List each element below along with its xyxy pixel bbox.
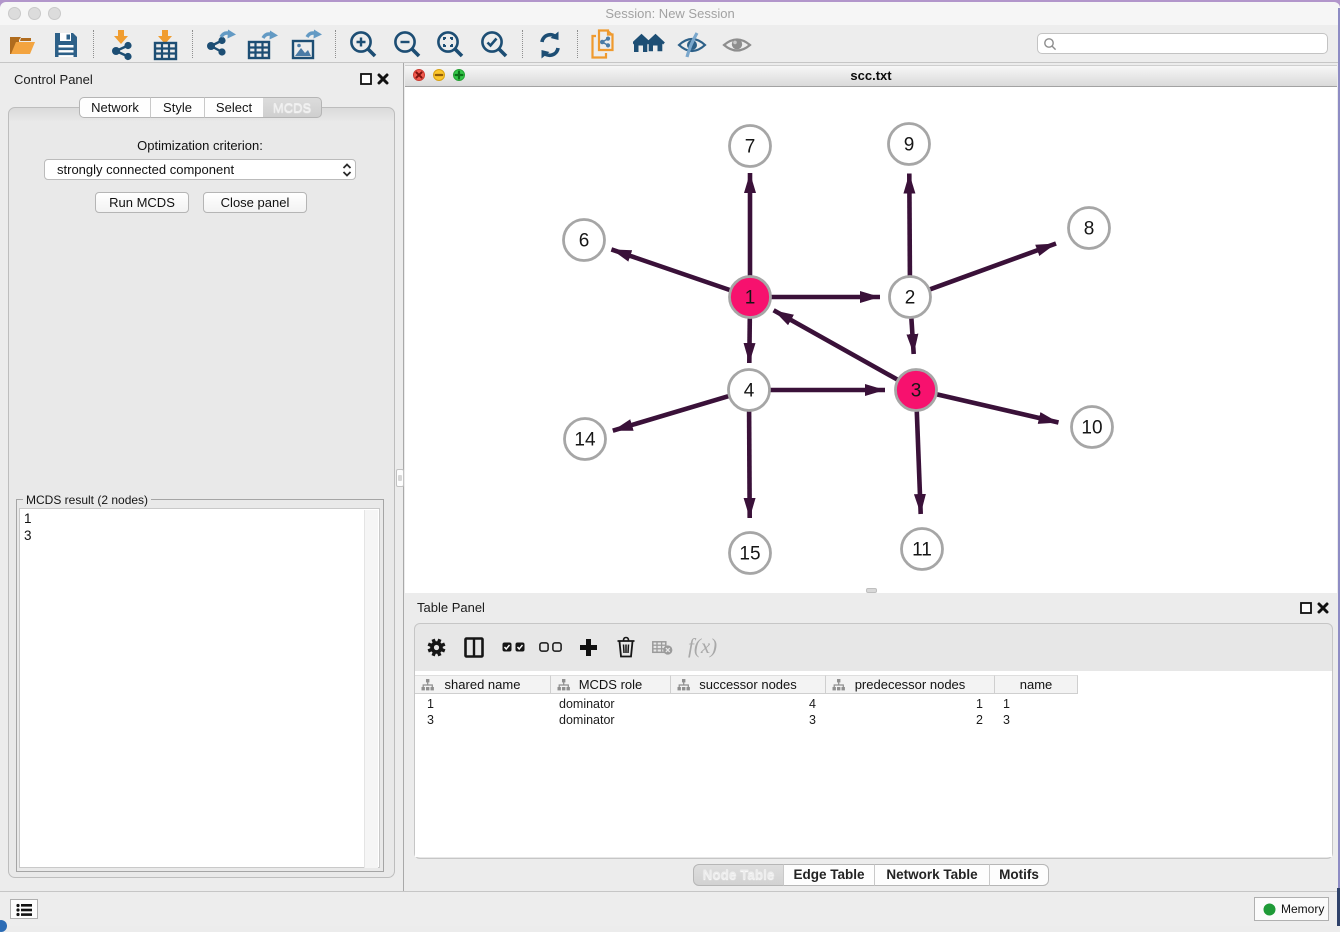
svg-text:2: 2: [905, 288, 916, 309]
svg-text:8: 8: [1084, 219, 1095, 240]
svg-text:6: 6: [579, 231, 590, 252]
svg-text:11: 11: [912, 540, 932, 561]
svg-text:7: 7: [745, 137, 756, 158]
svg-text:15: 15: [739, 544, 760, 565]
svg-text:10: 10: [1081, 418, 1102, 439]
svg-text:4: 4: [744, 381, 755, 402]
svg-text:1: 1: [745, 288, 756, 309]
svg-text:3: 3: [911, 381, 922, 402]
svg-text:14: 14: [574, 430, 596, 451]
svg-text:9: 9: [904, 135, 915, 156]
